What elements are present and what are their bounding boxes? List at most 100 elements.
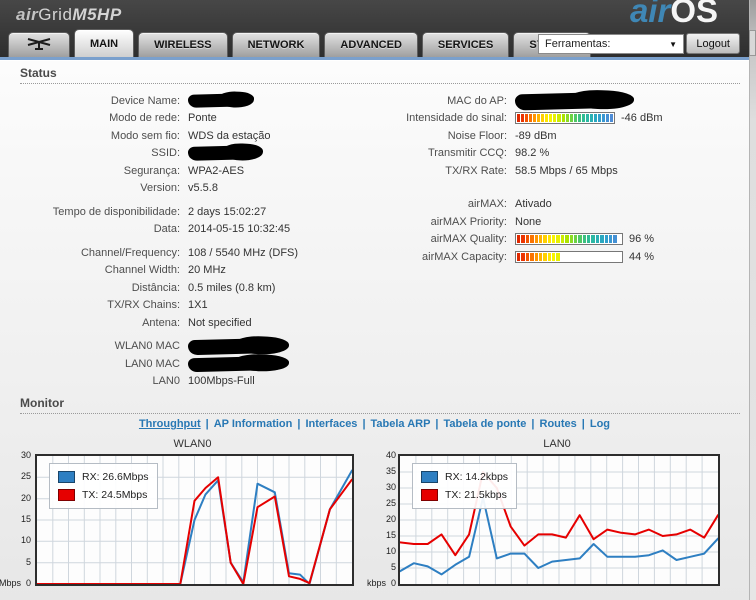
airos-window: airGridM5HP airOS MAIN WIRELESS NETWORK ADV… <box>0 0 756 600</box>
link-separator: | <box>435 418 439 430</box>
legend-label: TX: 21.5kbps <box>445 489 507 501</box>
chart-plot-area: RX: 26.6Mbps TX: 24.5Mbps <box>35 454 354 586</box>
monitor-link-routes[interactable]: Routes <box>540 418 577 430</box>
status-row: Distância: 0.5 miles (0.8 km) <box>20 279 375 297</box>
status-row: Device Name: <box>20 92 375 110</box>
field-label: LAN0 MAC <box>124 357 180 370</box>
field-label: airMAX: <box>467 198 507 211</box>
link-separator: | <box>297 418 301 430</box>
field-value: None <box>515 215 542 228</box>
y-tick-label: 20 <box>20 492 31 503</box>
status-right-column: MAC do AP: Intensidade do sinal: -46 dBm No… <box>385 91 745 272</box>
chart-title: LAN0 <box>543 438 571 450</box>
tab-antenna[interactable] <box>8 32 70 57</box>
field-label: Modo de rede: <box>109 112 180 125</box>
field-value: WPA2-AES <box>188 164 245 177</box>
zero-tick: 0 <box>390 578 396 588</box>
field-label: LAN0 <box>152 375 180 388</box>
monitor-link-throughput[interactable]: Throughput <box>139 418 201 430</box>
field-label: SSID: <box>151 147 180 160</box>
legend-label: RX: 26.6Mbps <box>82 471 149 483</box>
status-row: SSID: <box>20 145 375 163</box>
monitor-section-heading: Monitor <box>20 396 740 414</box>
field-value: WDS da estação <box>188 129 271 142</box>
monitor-link-interfaces[interactable]: Interfaces <box>305 418 357 430</box>
redacted-value <box>187 355 284 372</box>
segmented-bar <box>515 112 615 125</box>
field-value: Not specified <box>188 316 252 329</box>
y-tick-label: 30 <box>20 450 31 460</box>
tab-label: ADVANCED <box>340 39 402 51</box>
tab-advanced[interactable]: ADVANCED <box>324 32 418 57</box>
legend-label: TX: 24.5Mbps <box>82 489 148 501</box>
tools-select[interactable]: Ferramentas: ▼ <box>538 34 684 54</box>
tab-wireless[interactable]: WIRELESS <box>138 32 228 57</box>
status-group: Device Name: Modo de rede: Ponte Modo sem f… <box>20 92 375 197</box>
y-tick-label: 25 <box>20 471 31 482</box>
monitor-link-tabela-arp[interactable]: Tabela ARP <box>371 418 431 430</box>
legend-label: RX: 14.2kbps <box>445 471 509 483</box>
y-tick-label: 20 <box>385 514 396 524</box>
y-tick-label: 15 <box>385 530 396 540</box>
field-label: MAC do AP: <box>447 94 507 107</box>
logout-button[interactable]: Logout <box>686 33 740 54</box>
field-value: 20 MHz <box>188 264 226 277</box>
status-group: WLAN0 MAC LAN0 MAC LAN0 100Mbps-Full <box>20 337 375 391</box>
link-separator: | <box>205 418 209 430</box>
status-row: Intensidade do sinal: -46 dBm <box>385 110 745 128</box>
tab-main[interactable]: MAIN <box>74 29 135 57</box>
redacted-value <box>187 93 251 109</box>
y-tick-label: 35 <box>385 466 396 476</box>
monitor-link-log[interactable]: Log <box>590 418 610 430</box>
y-tick-label: 10 <box>20 535 31 546</box>
segmented-bar <box>515 250 623 263</box>
unit-label: kbps <box>366 578 386 588</box>
field-label: airMAX Capacity: <box>422 250 507 263</box>
tab-services[interactable]: SERVICES <box>421 32 510 57</box>
antenna-icon <box>26 36 52 54</box>
field-label: Version: <box>140 182 180 195</box>
status-group: airMAX: Ativado airMAX Priority: None airMAX… <box>385 196 745 266</box>
y-axis-unit: kbps 0 <box>346 578 396 588</box>
link-separator: | <box>531 418 535 430</box>
field-label: airMAX Quality: <box>430 233 507 246</box>
rx-legend-swatch <box>58 471 75 483</box>
scrollbar[interactable] <box>749 0 756 600</box>
monitor-link-tabela-de-ponte[interactable]: Tabela de ponte <box>444 418 527 430</box>
monitor-link-ap-information[interactable]: AP Information <box>214 418 293 430</box>
tx-legend-swatch <box>421 489 438 501</box>
field-value: v5.5.8 <box>188 182 218 195</box>
status-row: Noise Floor: -89 dBm <box>385 127 745 145</box>
field-label: Transmitir CCQ: <box>427 147 507 160</box>
field-label: Device Name: <box>110 94 180 107</box>
legend-row: TX: 21.5kbps <box>421 486 508 504</box>
status-row: TX/RX Rate: 58.5 Mbps / 65 Mbps <box>385 162 745 180</box>
status-row: Channel/Frequency: 108 / 5540 MHz (DFS) <box>20 244 375 262</box>
field-label: TX/RX Rate: <box>445 164 507 177</box>
segmented-bar <box>515 233 623 246</box>
tab-label: NETWORK <box>247 39 305 51</box>
legend-row: TX: 24.5Mbps <box>58 486 149 504</box>
zero-tick: 0 <box>25 578 31 588</box>
field-value: 2014-05-15 10:32:45 <box>188 223 291 236</box>
status-row: Channel Width: 20 MHz <box>20 262 375 280</box>
link-separator: | <box>362 418 366 430</box>
field-label: Noise Floor: <box>447 129 507 142</box>
field-label: Intensidade do sinal: <box>406 112 507 125</box>
tab-label: MAIN <box>90 37 119 50</box>
y-tick-label: 15 <box>20 514 31 524</box>
status-row: airMAX Capacity: 44 % <box>385 248 745 266</box>
tab-network[interactable]: NETWORK <box>231 32 321 57</box>
y-tick-label: 5 <box>390 562 396 572</box>
lan0-throughput-chart: LAN0 5 10 15 20 25 30 35 40 kbps 0 RX: 14.2kbps TX: … <box>366 438 722 588</box>
scrollbar-thumb[interactable] <box>749 30 756 56</box>
status-row: airMAX Priority: None <box>385 213 745 231</box>
status-row: Modo de rede: Ponte <box>20 110 375 128</box>
status-section-heading: Status <box>20 66 740 84</box>
chart-legend: RX: 26.6Mbps TX: 24.5Mbps <box>49 463 158 509</box>
rx-legend-swatch <box>421 471 438 483</box>
tab-label: SERVICES <box>437 39 494 51</box>
tools-select-label: Ferramentas: <box>545 38 611 50</box>
status-row: Data: 2014-05-15 10:32:45 <box>20 221 375 239</box>
chart-title: WLAN0 <box>173 438 212 450</box>
